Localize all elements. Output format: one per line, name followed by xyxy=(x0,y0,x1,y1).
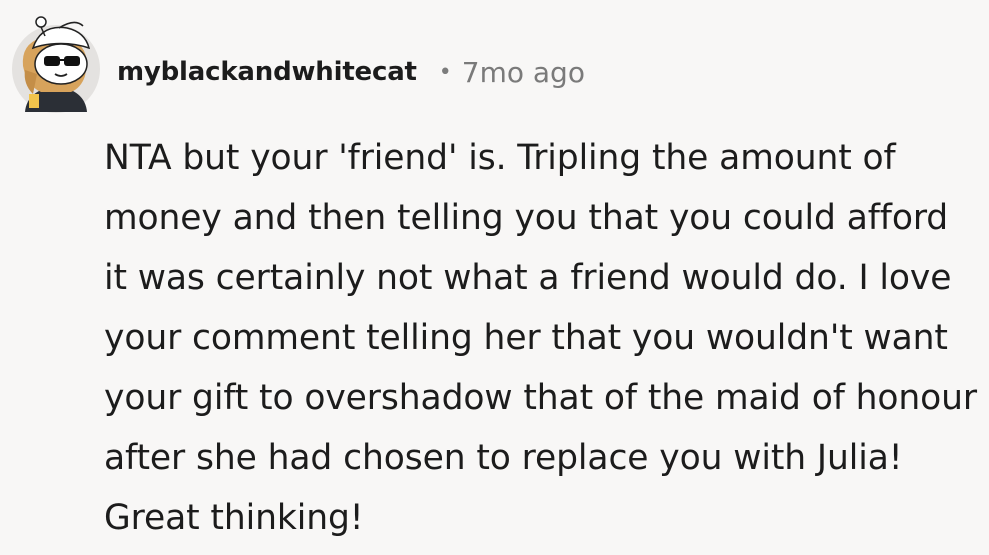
user-avatar[interactable] xyxy=(11,14,101,114)
meta-separator: • xyxy=(438,59,452,85)
comment: myblackandwhitecat • 7mo ago NTA but you… xyxy=(0,0,989,555)
comment-timestamp[interactable]: 7mo ago xyxy=(462,56,585,89)
comment-body: NTA but your 'friend' is. Tripling the a… xyxy=(104,138,978,538)
comment-header: myblackandwhitecat • 7mo ago xyxy=(117,50,585,94)
username-link[interactable]: myblackandwhitecat xyxy=(117,57,417,87)
snoo-avatar-sunglasses-icon xyxy=(12,16,100,113)
